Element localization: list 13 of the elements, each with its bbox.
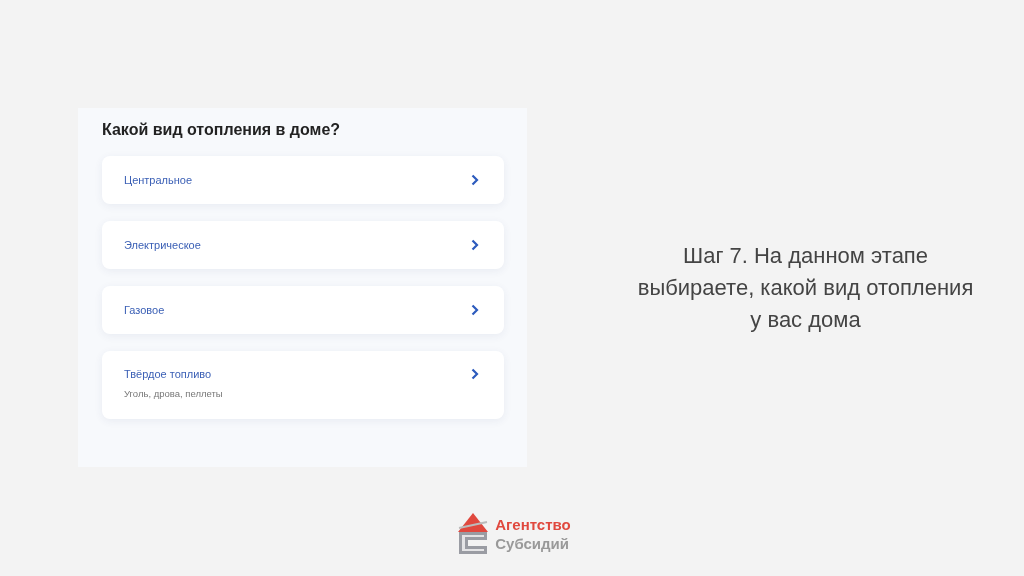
chevron-right-icon	[471, 304, 479, 316]
option-card[interactable]: Центральное	[102, 156, 504, 204]
chevron-right-icon	[471, 239, 479, 251]
logo-text: Агентство	[495, 514, 571, 534]
question-title: Какой вид отопления в доме?	[102, 121, 342, 139]
chevron-right-icon	[471, 174, 479, 186]
house-logo-icon	[457, 512, 490, 555]
option-card[interactable]: Газовое	[102, 286, 504, 334]
chevron-right-icon	[471, 368, 479, 380]
option-card[interactable]: Электрическое	[102, 221, 504, 269]
step-caption: Шаг 7. На данном этапе выбираете, какой вид отопления у вас дома	[636, 241, 975, 334]
logo-text: Субсидий	[495, 533, 570, 553]
option-card[interactable]: Твёрдое топливо Уголь, дрова, пеллеты	[102, 351, 504, 419]
